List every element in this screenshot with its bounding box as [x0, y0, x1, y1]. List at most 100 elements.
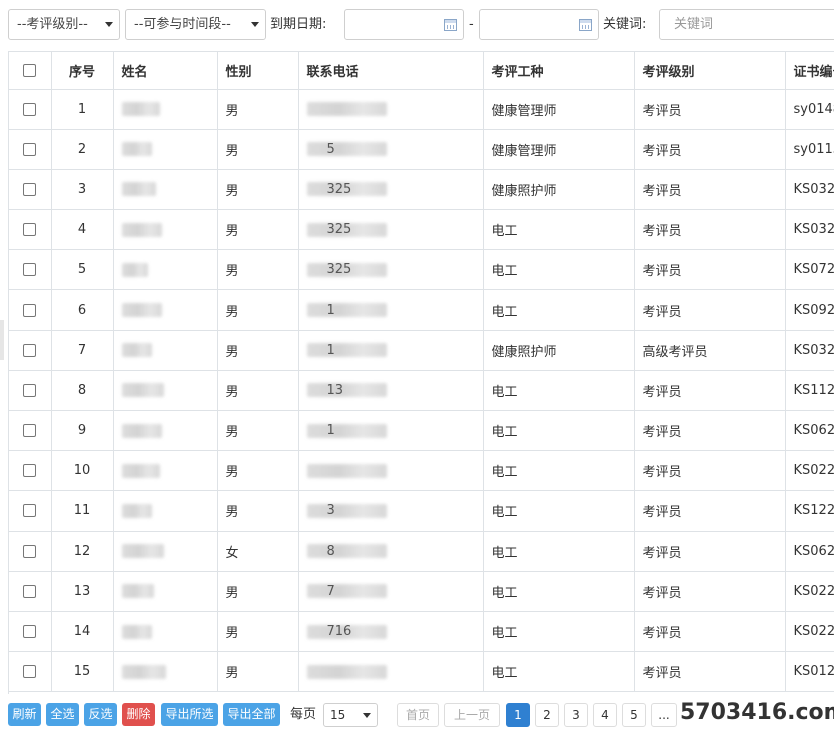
row-select-cell[interactable] — [9, 249, 52, 291]
table-row[interactable]: 13 男 7 电工考评员KS0223 — [9, 571, 834, 612]
row-select-cell[interactable] — [9, 490, 52, 532]
export-all-button[interactable]: 导出全部 — [223, 703, 280, 726]
refresh-button[interactable]: 刷新 — [8, 703, 41, 726]
table-row[interactable]: 11 男 3 电工考评员KS1222 — [9, 490, 834, 532]
page-2-button[interactable]: 2 — [535, 703, 559, 727]
table-row[interactable]: 12 女 8 电工考评员KS0623 — [9, 531, 834, 572]
export-selected-button[interactable]: 导出所选 — [161, 703, 218, 726]
row-checkbox[interactable] — [23, 544, 37, 558]
keyword-label: 关键词: — [603, 17, 647, 32]
row-checkbox[interactable] — [23, 102, 37, 116]
per-page-select[interactable]: 15 — [323, 703, 378, 727]
phone-visible-fragment: 716 — [326, 624, 352, 640]
row-select-cell[interactable] — [9, 410, 52, 452]
table-row[interactable]: 9 男 1 电工考评员KS0623 — [9, 410, 834, 452]
table-row[interactable]: 7 男 1 健康照护师高级考评员KS0322 — [9, 330, 834, 371]
row-checkbox[interactable] — [23, 383, 37, 397]
row-checkbox[interactable] — [23, 343, 37, 357]
delete-button[interactable]: 删除 — [122, 703, 155, 726]
row-select-cell[interactable] — [9, 289, 52, 331]
table-row[interactable]: 5 男 325 电工考评员KS0722 — [9, 249, 834, 291]
row-checkbox[interactable] — [23, 303, 37, 317]
expiry-end-date-input[interactable] — [479, 9, 599, 40]
header-gender[interactable]: 性别 — [217, 52, 299, 90]
keyword-search-input[interactable]: 关键词 — [659, 9, 834, 40]
cell-level: 考评员 — [634, 129, 786, 170]
phone-visible-fragment: 13 — [326, 382, 344, 398]
cell-trade: 电工 — [483, 289, 635, 331]
cell-cert-no: KS1222 — [785, 490, 834, 532]
cell-phone: 716 — [298, 611, 484, 653]
header-select-all[interactable] — [9, 52, 52, 90]
row-select-cell[interactable] — [9, 370, 52, 412]
row-checkbox[interactable] — [23, 504, 37, 518]
redacted-name — [121, 142, 152, 157]
row-checkbox[interactable] — [23, 625, 37, 639]
level-select-value: --考评级别-- — [17, 17, 88, 32]
cell-name — [113, 330, 218, 371]
invert-selection-button[interactable]: 反选 — [84, 703, 117, 726]
row-select-cell[interactable] — [9, 129, 52, 170]
header-trade[interactable]: 考评工种 — [483, 52, 635, 90]
header-name[interactable]: 姓名 — [113, 52, 218, 90]
side-collapse-handle[interactable] — [0, 320, 4, 360]
table-row[interactable]: 15 男 电工考评员KS0122 — [9, 651, 834, 693]
row-checkbox[interactable] — [23, 263, 37, 277]
table-row[interactable]: 2 男 5 健康管理师考评员sy0115 — [9, 129, 834, 170]
row-checkbox[interactable] — [23, 182, 37, 196]
level-select[interactable]: --考评级别-- — [8, 9, 120, 40]
header-cert-no[interactable]: 证书编号 — [785, 52, 834, 90]
table-row[interactable]: 1 男 健康管理师考评员sy0148 — [9, 89, 834, 130]
row-select-cell[interactable] — [9, 330, 52, 371]
cell-cert-no: KS0322 — [785, 330, 834, 371]
cell-name — [113, 249, 218, 291]
row-checkbox[interactable] — [23, 464, 37, 478]
redacted-name — [121, 544, 164, 559]
row-select-cell[interactable] — [9, 531, 52, 572]
page-3-button[interactable]: 3 — [564, 703, 588, 727]
expiry-start-date-input[interactable] — [344, 9, 464, 40]
row-checkbox[interactable] — [23, 665, 37, 679]
table-row[interactable]: 4 男 325 电工考评员KS0322 — [9, 209, 834, 251]
cell-gender: 男 — [217, 490, 299, 532]
row-select-cell[interactable] — [9, 89, 52, 130]
page-1-button[interactable]: 1 — [506, 703, 530, 727]
header-level[interactable]: 考评级别 — [634, 52, 786, 90]
redacted-name — [121, 383, 164, 398]
page-ellipsis: ... — [651, 703, 677, 727]
redacted-name — [121, 303, 162, 318]
row-checkbox[interactable] — [23, 223, 37, 237]
time-period-select[interactable]: --可参与时间段-- — [125, 9, 266, 40]
header-no[interactable]: 序号 — [51, 52, 114, 90]
row-select-cell[interactable] — [9, 169, 52, 211]
page-5-button[interactable]: 5 — [622, 703, 646, 727]
redacted-phone — [306, 142, 387, 157]
table-row[interactable]: 6 男 1 电工考评员KS0922 — [9, 289, 834, 331]
cell-trade: 电工 — [483, 249, 635, 291]
row-select-cell[interactable] — [9, 209, 52, 251]
table-row[interactable]: 8 男 13 电工考评员KS1122 — [9, 370, 834, 412]
row-select-cell[interactable] — [9, 651, 52, 693]
row-select-cell[interactable] — [9, 450, 52, 492]
cell-trade: 电工 — [483, 611, 635, 653]
prev-page-button[interactable]: 上一页 — [444, 703, 500, 727]
phone-visible-fragment: 1 — [326, 423, 335, 439]
row-checkbox[interactable] — [23, 424, 37, 438]
table-row[interactable]: 3 男 325 健康照护师考评员KS0322 — [9, 169, 834, 211]
header-phone[interactable]: 联系电话 — [298, 52, 484, 90]
phone-visible-fragment: 7 — [326, 583, 335, 599]
row-checkbox[interactable] — [23, 142, 37, 156]
first-page-button[interactable]: 首页 — [397, 703, 439, 727]
row-checkbox[interactable] — [23, 584, 37, 598]
page-4-button[interactable]: 4 — [593, 703, 617, 727]
table-row[interactable]: 10 男 电工考评员KS0223 — [9, 450, 834, 492]
cell-trade: 健康管理师 — [483, 129, 635, 170]
select-all-button[interactable]: 全选 — [46, 703, 79, 726]
calendar-icon[interactable] — [579, 19, 592, 31]
cell-phone — [298, 89, 484, 130]
table-row[interactable]: 14 男 716 电工考评员KS0223 — [9, 611, 834, 653]
row-select-cell[interactable] — [9, 611, 52, 653]
row-select-cell[interactable] — [9, 571, 52, 612]
select-all-checkbox[interactable] — [23, 63, 37, 77]
calendar-icon[interactable] — [444, 19, 457, 31]
